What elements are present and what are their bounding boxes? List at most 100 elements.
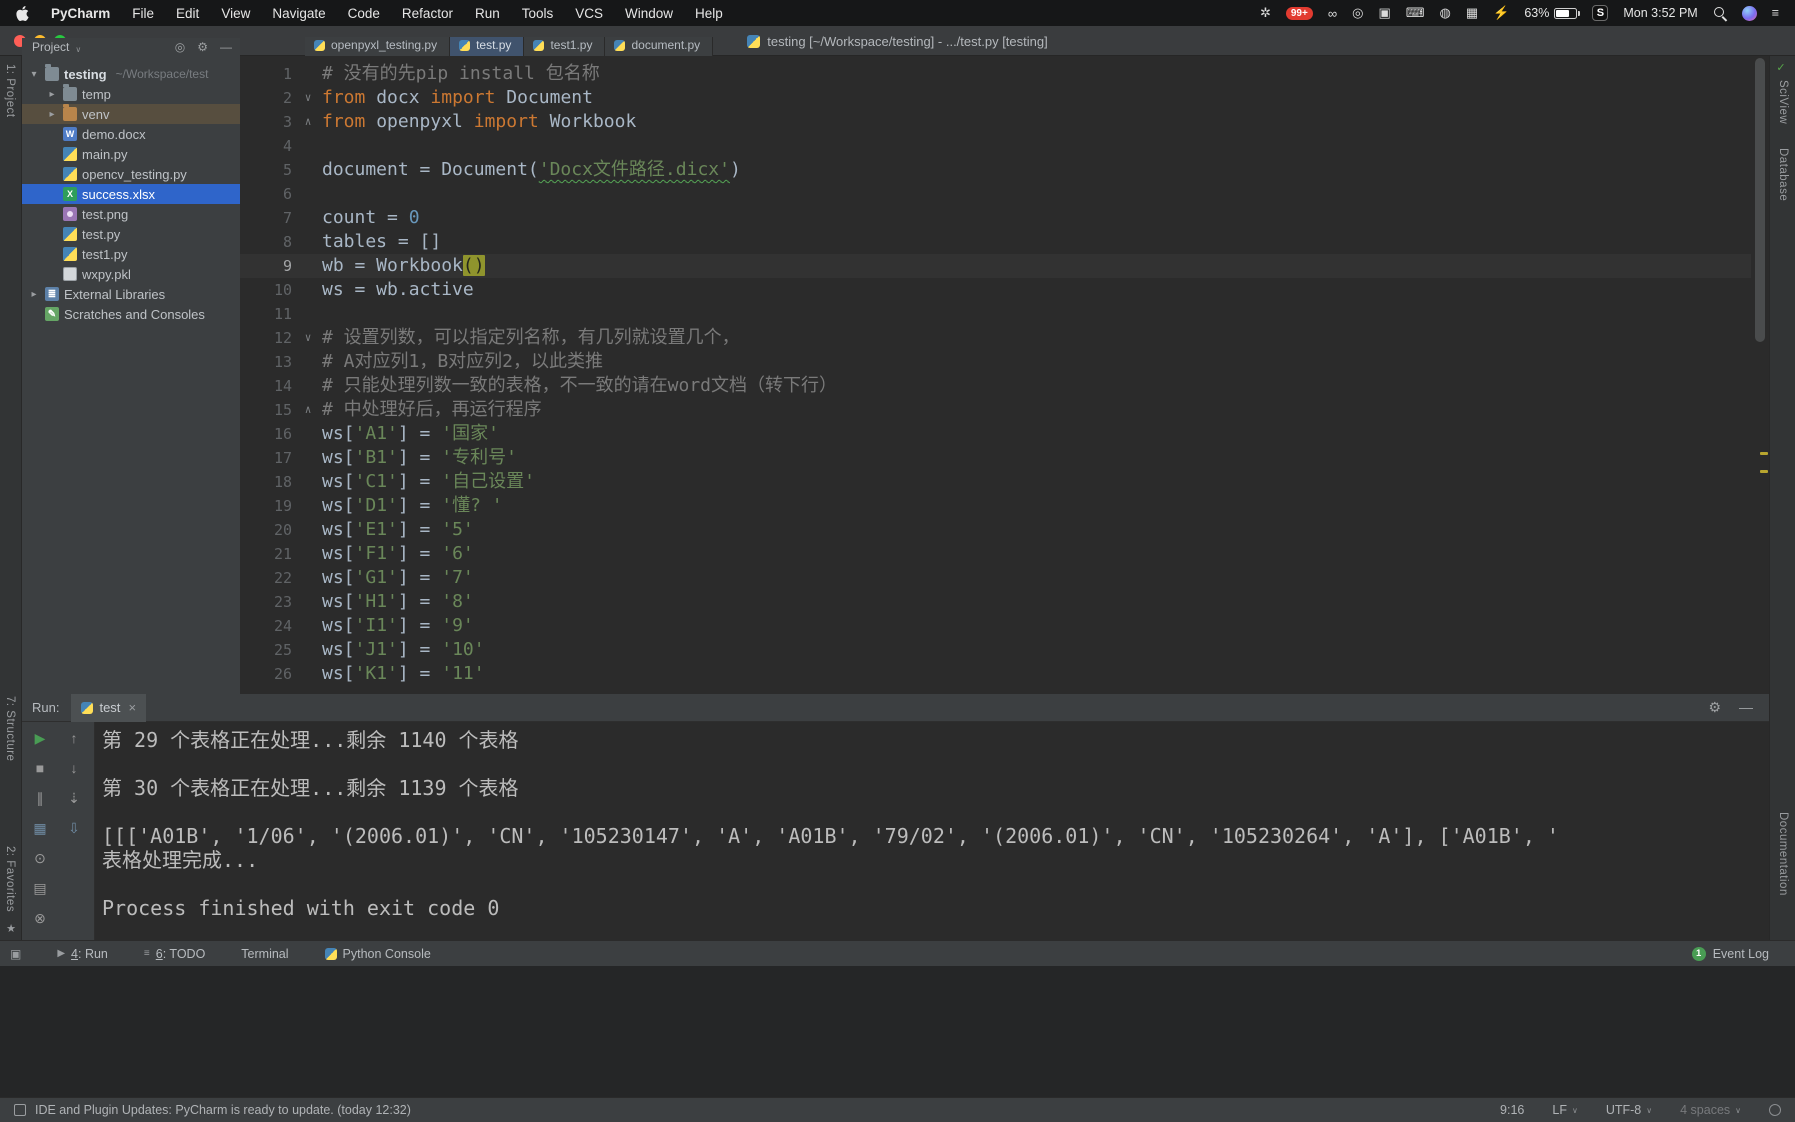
editor-line-15[interactable]: 15∧# 中处理好后，再运行程序 bbox=[240, 398, 1751, 422]
input-method-icon[interactable]: S bbox=[1592, 5, 1608, 21]
menu-window[interactable]: Window bbox=[625, 6, 673, 21]
tool-strip-button-structure[interactable]: 7: Structure bbox=[4, 696, 16, 761]
menu-view[interactable]: View bbox=[221, 6, 250, 21]
menu-navigate[interactable]: Navigate bbox=[272, 6, 325, 21]
fold-marker-icon[interactable]: ∨ bbox=[296, 326, 320, 350]
editor-line-5[interactable]: 5document = Document('Docx文件路径.dicx') bbox=[240, 158, 1751, 182]
tree-item-wxpy-pkl[interactable]: wxpy.pkl bbox=[22, 264, 240, 284]
menu-pycharm[interactable]: PyCharm bbox=[51, 6, 110, 21]
spotlight-search-icon[interactable] bbox=[1713, 6, 1727, 20]
toolwindow-button-4-run[interactable]: ▶4: Run bbox=[57, 947, 108, 961]
close-tab-icon[interactable]: × bbox=[128, 700, 136, 715]
tool-strip-button-project[interactable]: 1: Project bbox=[4, 64, 16, 118]
pause-output-icon[interactable]: ∥ bbox=[30, 788, 50, 808]
locate-file-icon[interactable]: ◎ bbox=[175, 40, 185, 54]
notification-badge[interactable]: 99+ bbox=[1286, 7, 1313, 20]
tree-collapsed-arrow-icon[interactable]: ▸ bbox=[46, 89, 58, 100]
tree-item-opencv-testing-py[interactable]: opencv_testing.py bbox=[22, 164, 240, 184]
editor-line-16[interactable]: 16ws['A1'] = '国家' bbox=[240, 422, 1751, 446]
meeting-icon[interactable]: ◎ bbox=[1352, 5, 1363, 21]
editor-line-25[interactable]: 25ws['J1'] = '10' bbox=[240, 638, 1751, 662]
editor-line-2[interactable]: 2∨from docx import Document bbox=[240, 86, 1751, 110]
editor-line-9[interactable]: 9wb = Workbook() bbox=[240, 254, 1751, 278]
tree-item-testing[interactable]: ▾testing~/Workspace/test bbox=[22, 64, 240, 84]
notification-center-icon[interactable]: ≡ bbox=[1772, 6, 1779, 20]
editor-scrollbar[interactable] bbox=[1755, 58, 1765, 342]
tree-collapsed-arrow-icon[interactable]: ▸ bbox=[46, 109, 58, 120]
editor-line-18[interactable]: 18ws['C1'] = '自己设置' bbox=[240, 470, 1751, 494]
run-console[interactable]: 第 29 个表格正在处理...剩余 1140 个表格第 30 个表格正在处理..… bbox=[95, 722, 1769, 940]
stop-icon[interactable]: ■ bbox=[30, 758, 50, 778]
apple-menu[interactable] bbox=[16, 6, 29, 21]
chevron-down-icon[interactable]: ∨ bbox=[75, 45, 81, 54]
status-message-icon[interactable] bbox=[14, 1104, 26, 1116]
tree-item-test1-py[interactable]: test1.py bbox=[22, 244, 240, 264]
status-message[interactable]: IDE and Plugin Updates: PyCharm is ready… bbox=[35, 1103, 411, 1117]
tree-item-temp[interactable]: ▸temp bbox=[22, 84, 240, 104]
hide-panel-icon[interactable]: — bbox=[220, 40, 232, 54]
toolwindow-button-terminal[interactable]: Terminal bbox=[241, 947, 288, 961]
infinity-icon[interactable]: ∞ bbox=[1328, 6, 1337, 21]
rerun-icon[interactable]: ▶ bbox=[30, 728, 50, 748]
project-panel-header[interactable]: Project ∨ ◎ ⚙ — bbox=[22, 38, 240, 56]
tree-item-test-py[interactable]: test.py bbox=[22, 224, 240, 244]
up-stack-trace-icon[interactable]: ↑ bbox=[64, 728, 84, 748]
menu-help[interactable]: Help bbox=[695, 6, 723, 21]
editor-line-12[interactable]: 12∨# 设置列数，可以指定列名称，有几列就设置几个， bbox=[240, 326, 1751, 350]
tool-strip-button-sciview[interactable]: SciView bbox=[1777, 80, 1789, 124]
editor-line-8[interactable]: 8tables = [] bbox=[240, 230, 1751, 254]
menu-refactor[interactable]: Refactor bbox=[402, 6, 453, 21]
status-indicator-icon[interactable] bbox=[1769, 1104, 1781, 1116]
pinwheel-icon[interactable]: ✲ bbox=[1260, 5, 1271, 21]
code-editor[interactable]: 1# 没有的先pip install 包名称2∨from docx import… bbox=[240, 56, 1769, 694]
pin-tab-icon[interactable]: ⊙ bbox=[30, 848, 50, 868]
caret-position-widget[interactable]: 9:16 bbox=[1500, 1103, 1524, 1117]
input-grid-icon[interactable]: ▦ bbox=[1466, 5, 1478, 21]
jump-to-end-icon[interactable]: ⇣ bbox=[64, 788, 84, 808]
tool-strip-button-documentation[interactable]: Documentation bbox=[1777, 812, 1789, 896]
tree-item-demo-docx[interactable]: Wdemo.docx bbox=[22, 124, 240, 144]
clear-console-icon[interactable]: ⊗ bbox=[30, 908, 50, 928]
editor-line-17[interactable]: 17ws['B1'] = '专利号' bbox=[240, 446, 1751, 470]
tree-collapsed-arrow-icon[interactable]: ▸ bbox=[28, 289, 40, 300]
fold-marker-icon[interactable]: ∨ bbox=[296, 86, 320, 110]
editor-line-14[interactable]: 14# 只能处理列数一致的表格，不一致的请在word文档（转下行） bbox=[240, 374, 1751, 398]
editor-line-20[interactable]: 20ws['E1'] = '5' bbox=[240, 518, 1751, 542]
tree-item-success-xlsx[interactable]: Xsuccess.xlsx bbox=[22, 184, 240, 204]
run-tab-test[interactable]: test × bbox=[71, 694, 146, 722]
energy-icon[interactable]: ⚡ bbox=[1493, 5, 1509, 21]
run-settings-gear-icon[interactable]: ⚙ bbox=[1708, 699, 1721, 716]
editor-line-13[interactable]: 13# A对应列1，B对应列2，以此类推 bbox=[240, 350, 1751, 374]
mic-icon[interactable]: ◍ bbox=[1440, 5, 1451, 21]
menu-code[interactable]: Code bbox=[348, 6, 380, 21]
hide-run-panel-icon[interactable]: — bbox=[1739, 699, 1753, 716]
panel-settings-icon[interactable]: ⚙ bbox=[197, 40, 208, 54]
tool-window-switcher-icon[interactable]: ▣ bbox=[10, 947, 21, 961]
fold-marker-icon[interactable]: ∧ bbox=[296, 110, 320, 134]
indent-widget[interactable]: 4 spaces∨ bbox=[1680, 1103, 1741, 1117]
tree-item-external-libraries[interactable]: ▸≣External Libraries bbox=[22, 284, 240, 304]
editor-tab-test1-py[interactable]: test1.py bbox=[524, 37, 605, 56]
editor-line-11[interactable]: 11 bbox=[240, 302, 1751, 326]
editor-line-10[interactable]: 10ws = wb.active bbox=[240, 278, 1751, 302]
toolwindow-button-6-todo[interactable]: ≡6: TODO bbox=[144, 947, 205, 961]
window-titlebar[interactable]: testing [~/Workspace/testing] - .../test… bbox=[0, 26, 1795, 56]
encoding-widget[interactable]: UTF-8∨ bbox=[1606, 1103, 1652, 1117]
menubar-clock[interactable]: Mon 3:52 PM bbox=[1623, 6, 1697, 20]
editor-line-19[interactable]: 19ws['D1'] = '懂? ' bbox=[240, 494, 1751, 518]
battery-indicator[interactable]: 63% bbox=[1524, 6, 1577, 20]
scroll-to-end-icon[interactable]: ⇩ bbox=[64, 818, 84, 838]
line-separator-widget[interactable]: LF∨ bbox=[1552, 1103, 1577, 1117]
editor-line-21[interactable]: 21ws['F1'] = '6' bbox=[240, 542, 1751, 566]
editor-line-1[interactable]: 1# 没有的先pip install 包名称 bbox=[240, 62, 1751, 86]
menu-tools[interactable]: Tools bbox=[522, 6, 554, 21]
tool-strip-button-favorites[interactable]: 2: Favorites bbox=[4, 846, 16, 912]
editor-tab-test-py[interactable]: test.py bbox=[450, 37, 524, 56]
restore-layout-icon[interactable]: ▦ bbox=[30, 818, 50, 838]
tree-expanded-arrow-icon[interactable]: ▾ bbox=[28, 69, 40, 80]
editor-line-7[interactable]: 7count = 0 bbox=[240, 206, 1751, 230]
menu-file[interactable]: File bbox=[132, 6, 154, 21]
keyboard-icon[interactable]: ⌨ bbox=[1406, 5, 1425, 21]
editor-tab-openpyxl-testing-py[interactable]: openpyxl_testing.py bbox=[305, 37, 450, 56]
editor-tab-document-py[interactable]: document.py bbox=[605, 37, 713, 56]
